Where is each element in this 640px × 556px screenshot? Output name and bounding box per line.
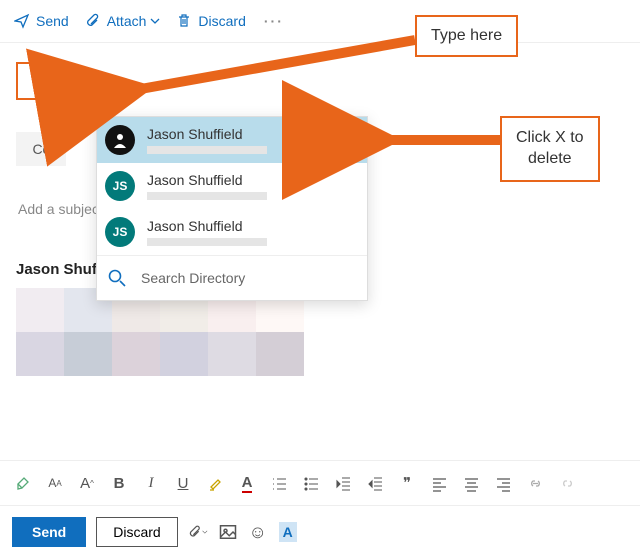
font-color-button[interactable]: A	[232, 468, 262, 498]
underline-button[interactable]: U	[168, 468, 198, 498]
format-toolbar: AA A^ B I U A ❞	[0, 460, 640, 506]
suggestion-name: Jason Shuffield	[147, 126, 335, 142]
bottom-toolbar: Send Discard ☺ A	[0, 508, 640, 556]
suggestion-item[interactable]: JS Jason Shuffield	[97, 163, 367, 209]
avatar	[105, 125, 135, 155]
avatar: JS	[105, 171, 135, 201]
attach-icon-bottom[interactable]	[188, 522, 208, 542]
attach-label: Attach	[107, 13, 147, 29]
arrow-type-here	[120, 30, 420, 103]
image-icon[interactable]	[218, 522, 238, 542]
avatar: JS	[105, 217, 135, 247]
delete-suggestion-button[interactable]	[335, 128, 359, 152]
bold-button[interactable]: B	[104, 468, 134, 498]
emoji-icon[interactable]: ☺	[248, 522, 268, 542]
send-label: Send	[36, 13, 69, 29]
more-button[interactable]: ···	[254, 13, 294, 29]
discard-label: Discard	[198, 13, 245, 29]
search-directory-item[interactable]: Search Directory	[97, 255, 367, 300]
suggestion-name: Jason Shuffield	[147, 218, 359, 234]
autocomplete-dropdown: Jason Shuffield JS Jason Shuffield JS Ja…	[96, 116, 368, 301]
suggestion-item[interactable]: Jason Shuffield	[97, 117, 367, 163]
send-button-top[interactable]: Send	[6, 6, 77, 36]
arrow-click-delete	[370, 128, 510, 161]
align-left-button[interactable]	[424, 468, 454, 498]
bullet-list-button[interactable]	[296, 468, 326, 498]
italic-button[interactable]: I	[136, 468, 166, 498]
paperclip-icon	[85, 13, 101, 29]
annotation-type-here: Type here	[415, 15, 518, 57]
indent-button[interactable]	[360, 468, 390, 498]
redacted-content	[16, 288, 306, 376]
paint-format-button[interactable]	[8, 468, 38, 498]
suggestion-sub	[147, 146, 267, 154]
send-icon	[14, 13, 30, 29]
suggestion-item[interactable]: JS Jason Shuffield	[97, 209, 367, 255]
outdent-button[interactable]	[328, 468, 358, 498]
send-button[interactable]: Send	[12, 517, 86, 547]
numbered-list-button[interactable]	[264, 468, 294, 498]
suggestion-name: Jason Shuffield	[147, 172, 359, 188]
align-center-button[interactable]	[456, 468, 486, 498]
discard-button[interactable]: Discard	[96, 517, 177, 547]
cc-button[interactable]: Cc	[16, 132, 66, 166]
suggestion-sub	[147, 192, 267, 200]
unlink-button[interactable]	[552, 468, 582, 498]
search-directory-label: Search Directory	[141, 270, 245, 286]
highlight-button[interactable]	[200, 468, 230, 498]
font-size-small-button[interactable]: AA	[40, 468, 70, 498]
to-button[interactable]: To	[16, 62, 70, 100]
quote-button[interactable]: ❞	[392, 468, 422, 498]
align-right-button[interactable]	[488, 468, 518, 498]
suggestion-sub	[147, 238, 267, 246]
search-icon	[107, 268, 127, 288]
trash-icon	[176, 13, 192, 29]
chevron-down-icon	[150, 13, 160, 29]
link-button[interactable]	[520, 468, 550, 498]
annotation-click-delete: Click X to delete	[500, 116, 600, 182]
font-size-large-button[interactable]: A^	[72, 468, 102, 498]
text-highlight-icon[interactable]: A	[278, 522, 298, 542]
